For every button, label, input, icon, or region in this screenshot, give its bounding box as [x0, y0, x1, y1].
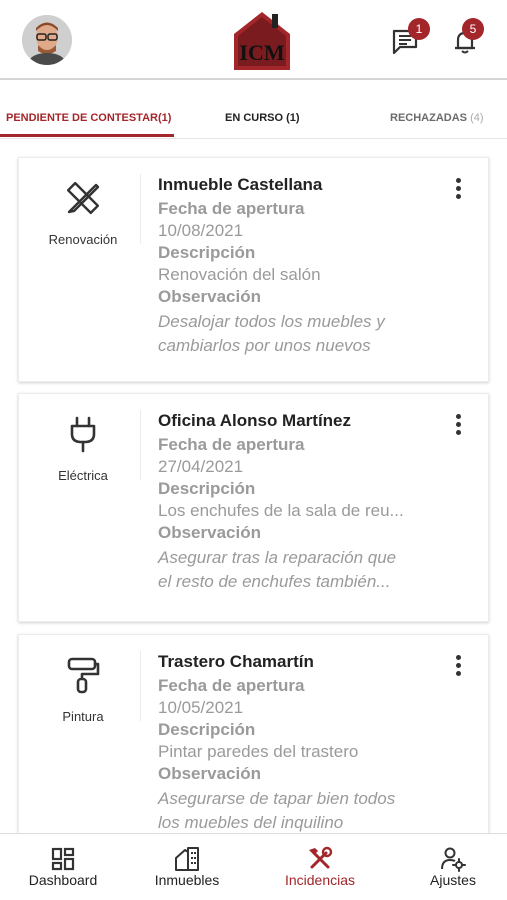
- observation-label: Observación: [158, 764, 261, 783]
- property-title: Trastero Chamartín: [158, 652, 314, 671]
- observation-value: Asegurarse de tapar bien todos los muebl…: [158, 789, 396, 832]
- observation-label: Observación: [158, 523, 261, 542]
- tabs-divider: [0, 138, 507, 139]
- avatar[interactable]: [22, 15, 72, 65]
- status-tabs: PENDIENTE DE CONTESTAR(1) EN CURSO (1) R…: [0, 82, 507, 140]
- observation-value: Desalojar todos los muebles y cambiarlos…: [158, 312, 385, 355]
- tools-icon: [307, 846, 333, 872]
- card-content: Oficina Alonso Martínez Fecha de apertur…: [158, 410, 458, 594]
- plug-icon: [63, 414, 103, 454]
- description-value: Los enchufes de la sala de reu...: [158, 501, 404, 520]
- tab-pendiente[interactable]: PENDIENTE DE CONTESTAR(1): [6, 112, 171, 124]
- date-value: 10/05/2021: [158, 698, 244, 717]
- property-title: Oficina Alonso Martínez: [158, 411, 352, 430]
- description-value: Pintar paredes del trastero: [158, 742, 359, 761]
- incident-card[interactable]: Eléctrica Oficina Alonso Martínez Fecha …: [18, 393, 489, 622]
- description-label: Descripción: [158, 720, 256, 739]
- card-divider: [140, 651, 141, 721]
- date-value: 10/08/2021: [158, 221, 244, 240]
- category-label: Pintura: [62, 709, 104, 724]
- nav-incidencias[interactable]: Incidencias: [257, 834, 383, 900]
- date-label: Fecha de apertura: [158, 435, 305, 454]
- nav-ajustes[interactable]: Ajustes: [390, 834, 507, 900]
- app-header: ICM 1 5: [0, 0, 507, 80]
- company-logo: ICM: [228, 8, 296, 74]
- category-label: Eléctrica: [58, 468, 108, 483]
- nav-inmuebles[interactable]: Inmuebles: [124, 834, 250, 900]
- nav-dashboard[interactable]: Dashboard: [0, 834, 126, 900]
- nav-inmuebles-label: Inmuebles: [154, 872, 220, 888]
- incident-card[interactable]: Renovación Inmueble Castellana Fecha de …: [18, 157, 489, 382]
- card-divider: [140, 410, 141, 480]
- category-label: Renovación: [48, 232, 118, 247]
- bottom-navigation: Dashboard Inmuebles Incidencias Ajustes: [0, 833, 507, 900]
- active-tab-indicator: [0, 134, 174, 137]
- more-options-icon[interactable]: [456, 655, 462, 677]
- observation-value: Asegurar tras la reparación que el resto…: [158, 548, 397, 591]
- card-content: Trastero Chamartín Fecha de apertura 10/…: [158, 651, 458, 835]
- tab-en-curso[interactable]: EN CURSO (1): [225, 112, 300, 124]
- nav-dashboard-label: Dashboard: [28, 872, 98, 888]
- date-label: Fecha de apertura: [158, 676, 305, 695]
- user-settings-icon: [440, 846, 466, 872]
- nav-ajustes-label: Ajustes: [430, 872, 476, 888]
- tab-rechazadas-label: RECHAZADAS: [390, 112, 467, 124]
- date-label: Fecha de apertura: [158, 199, 305, 218]
- date-value: 27/04/2021: [158, 457, 244, 476]
- description-value: Renovación del salón: [158, 265, 321, 284]
- building-icon: [174, 846, 200, 872]
- notifications-badge: 5: [462, 18, 484, 40]
- property-title: Inmueble Castellana: [158, 175, 323, 194]
- tab-rechazadas-count: (4): [470, 112, 484, 124]
- more-options-icon[interactable]: [456, 414, 462, 436]
- dashboard-icon: [50, 846, 76, 872]
- logo-text: ICM: [239, 40, 284, 65]
- card-divider: [140, 174, 141, 244]
- incident-card[interactable]: Pintura Trastero Chamartín Fecha de aper…: [18, 634, 489, 854]
- description-label: Descripción: [158, 479, 256, 498]
- pencil-ruler-icon: [63, 178, 103, 218]
- nav-incidencias-label: Incidencias: [284, 872, 356, 888]
- description-label: Descripción: [158, 243, 256, 262]
- messages-badge: 1: [408, 18, 430, 40]
- card-content: Inmueble Castellana Fecha de apertura 10…: [158, 174, 458, 358]
- observation-label: Observación: [158, 287, 261, 306]
- paint-roller-icon: [63, 655, 103, 695]
- more-options-icon[interactable]: [456, 178, 462, 200]
- tab-rechazadas[interactable]: RECHAZADAS (4): [390, 112, 484, 124]
